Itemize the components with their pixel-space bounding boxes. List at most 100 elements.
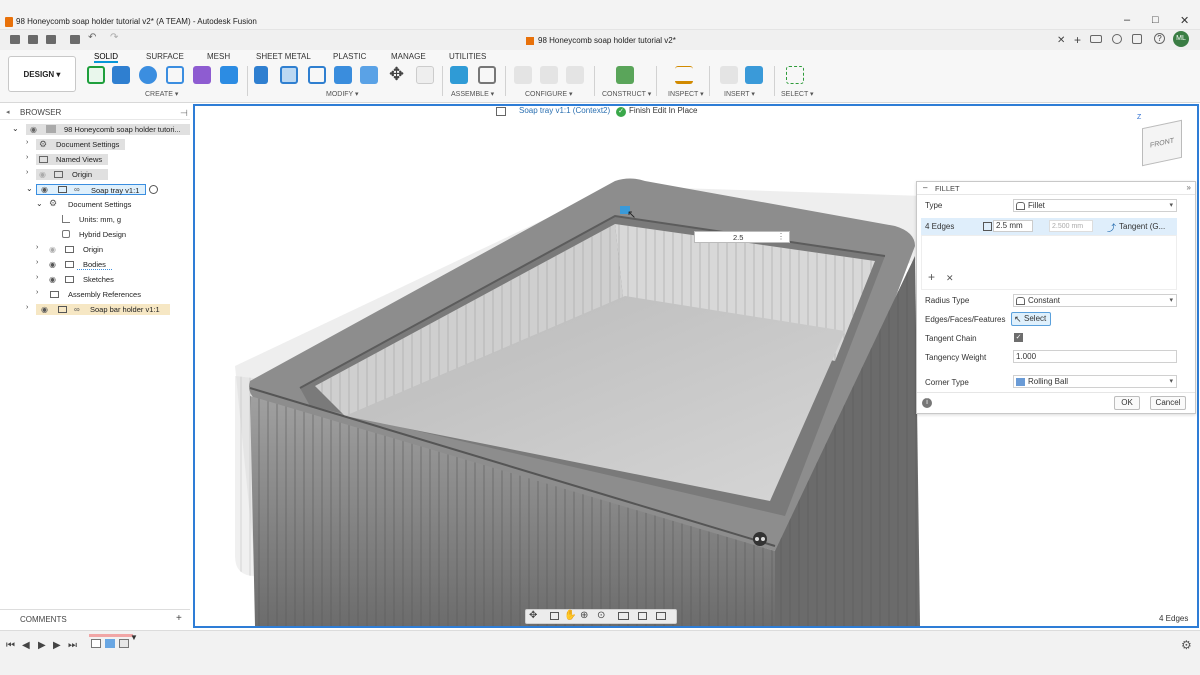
close-window-button[interactable]: ✕ xyxy=(1180,14,1189,27)
eye-icon[interactable]: ◉ xyxy=(41,305,48,314)
chevron-right-icon[interactable]: › xyxy=(36,259,38,266)
browser-node-units[interactable]: Units: mm, g xyxy=(73,214,127,225)
go-to-start-icon[interactable]: ⏮ xyxy=(6,640,15,651)
chevron-down-icon[interactable]: ⌄ xyxy=(12,124,19,133)
tab-utilities[interactable]: UTILITIES xyxy=(449,52,486,61)
display-settings-icon[interactable] xyxy=(618,612,629,620)
extensions-icon[interactable] xyxy=(1132,34,1142,44)
modify-menu[interactable]: MODIFY ▾ xyxy=(326,90,359,98)
insert-menu[interactable]: INSERT ▾ xyxy=(724,90,755,98)
configure-table-icon[interactable] xyxy=(514,66,532,84)
more-icon[interactable]: ⋮ xyxy=(777,232,785,241)
grid-icon[interactable] xyxy=(638,612,647,620)
eye-icon[interactable]: ◉ xyxy=(49,260,56,269)
collapse-icon[interactable]: – xyxy=(923,183,927,192)
select-icon[interactable] xyxy=(786,66,804,84)
dimension-input-box[interactable]: 2.5 ⋮ xyxy=(694,231,790,243)
tab-surface[interactable]: SURFACE xyxy=(146,52,184,61)
pin-browser-icon[interactable]: ⊣ xyxy=(180,108,188,119)
timeline-sketch-icon[interactable] xyxy=(91,639,101,648)
chevron-right-icon[interactable]: › xyxy=(26,154,28,161)
eye-hidden-icon[interactable]: ◉ xyxy=(49,245,56,254)
play-icon[interactable]: ▶ xyxy=(38,640,46,651)
fillet-icon[interactable] xyxy=(280,66,298,84)
browser-header[interactable]: BROWSER xyxy=(0,104,190,120)
create-menu[interactable]: CREATE ▾ xyxy=(145,90,178,98)
remove-icon[interactable]: ✕ xyxy=(946,273,954,284)
tab-manage[interactable]: MANAGE xyxy=(391,52,426,61)
radius-type-select[interactable]: Constant ▾ xyxy=(1013,294,1177,307)
file-menu-icon[interactable] xyxy=(46,35,56,44)
eye-icon[interactable]: ◉ xyxy=(30,125,37,134)
dimension-input[interactable]: 2.5 xyxy=(733,233,743,242)
cancel-button[interactable]: Cancel xyxy=(1150,396,1186,410)
end-radius-input[interactable]: 2.500 mm xyxy=(1049,220,1093,232)
ok-button[interactable]: OK xyxy=(1114,396,1140,410)
measure-icon[interactable] xyxy=(675,66,693,84)
extrude-icon[interactable] xyxy=(112,66,130,84)
minimize-button[interactable]: – xyxy=(1124,14,1130,26)
go-to-end-icon[interactable]: ⏭ xyxy=(68,640,77,651)
browser-node-soap-tray[interactable]: Soap tray v1:1 xyxy=(36,184,146,195)
configure-menu[interactable]: CONFIGURE ▾ xyxy=(525,90,572,98)
create-sketch-icon[interactable] xyxy=(87,66,105,84)
align-icon[interactable] xyxy=(416,66,434,84)
info-icon[interactable]: i xyxy=(922,398,932,408)
revolve-icon[interactable] xyxy=(139,66,157,84)
radius-input[interactable]: 2.5 mm xyxy=(993,220,1033,232)
edge-selection-row[interactable]: 4 Edges 2.5 mm 2.500 mm ⤴ Tangent (G... xyxy=(921,218,1177,235)
document-tab[interactable]: 98 Honeycomb soap holder tutorial v2* xyxy=(538,36,676,45)
shell-icon[interactable] xyxy=(334,66,352,84)
undo-icon[interactable]: ↶ xyxy=(88,32,98,43)
construct-menu[interactable]: CONSTRUCT ▾ xyxy=(602,90,651,98)
timeline-settings-gear-icon[interactable]: ⚙ xyxy=(1181,638,1192,652)
eye-hidden-icon[interactable]: ◉ xyxy=(39,170,46,179)
assemble-menu[interactable]: ASSEMBLE ▾ xyxy=(451,90,494,98)
press-pull-icon[interactable] xyxy=(254,66,268,84)
box-icon[interactable] xyxy=(220,66,238,84)
context-component[interactable]: Soap tray v1:1 (Context2) xyxy=(519,106,610,115)
timeline-component-icon[interactable] xyxy=(119,639,129,648)
combine-icon[interactable] xyxy=(360,66,378,84)
new-component-assemble-icon[interactable] xyxy=(450,66,468,84)
pan-icon[interactable]: ✋ xyxy=(564,610,576,621)
continuity-select[interactable]: Tangent (G... xyxy=(1119,222,1165,231)
add-icon[interactable]: + xyxy=(928,270,935,284)
fillet-dialog-header[interactable]: – FILLET » xyxy=(917,182,1195,195)
notifications-icon[interactable] xyxy=(1112,34,1122,44)
fit-icon[interactable]: ⊙ xyxy=(597,610,605,621)
new-tab-icon[interactable]: + xyxy=(1074,33,1081,47)
corner-type-select[interactable]: Rolling Ball ▾ xyxy=(1013,375,1177,388)
chamfer-icon[interactable] xyxy=(308,66,326,84)
tab-solid[interactable]: SOLID xyxy=(94,52,119,63)
chevron-right-icon[interactable]: › xyxy=(36,289,38,296)
browser-node-document-settings[interactable]: Document Settings xyxy=(36,139,126,150)
timeline-marker-icon[interactable]: ▼ xyxy=(130,633,138,642)
add-comment-icon[interactable]: + xyxy=(176,613,182,624)
maximize-button[interactable]: □ xyxy=(1152,14,1159,26)
chevron-down-icon[interactable]: ⌄ xyxy=(26,184,33,193)
chevron-right-icon[interactable]: › xyxy=(36,274,38,281)
tangent-chain-checkbox[interactable]: ✓ xyxy=(1014,333,1023,342)
sweep-icon[interactable] xyxy=(166,66,184,84)
browser-node-bodies[interactable]: Bodies xyxy=(77,259,112,270)
chevron-down-icon[interactable]: ⌄ xyxy=(36,199,43,208)
step-forward-icon[interactable]: ▶ xyxy=(53,640,61,651)
tab-mesh[interactable]: MESH xyxy=(207,52,230,61)
step-back-icon[interactable]: ◀ xyxy=(22,640,30,651)
tab-plastic[interactable]: PLASTIC xyxy=(333,52,366,61)
zoom-icon[interactable]: ⊕ xyxy=(580,610,588,621)
eye-icon[interactable]: ◉ xyxy=(49,275,56,284)
expand-icon[interactable]: » xyxy=(1187,183,1191,192)
tangency-weight-input[interactable]: 1.000 xyxy=(1013,350,1177,363)
timeline-extrude-icon[interactable] xyxy=(105,639,115,648)
new-component-icon[interactable] xyxy=(193,66,211,84)
browser-node-soap-bar-holder[interactable]: Soap bar holder v1:1 xyxy=(36,304,170,315)
finish-edit-in-place-button[interactable]: Finish Edit In Place xyxy=(629,106,697,115)
comments-panel[interactable]: COMMENTS + xyxy=(0,609,190,627)
move-copy-icon[interactable]: ✥ xyxy=(389,64,404,85)
offset-plane-icon[interactable] xyxy=(616,66,634,84)
tab-sheet-metal[interactable]: SHEET METAL xyxy=(256,52,311,61)
redo-icon[interactable]: ↷ xyxy=(110,32,120,43)
data-panel-icon[interactable] xyxy=(28,35,38,44)
